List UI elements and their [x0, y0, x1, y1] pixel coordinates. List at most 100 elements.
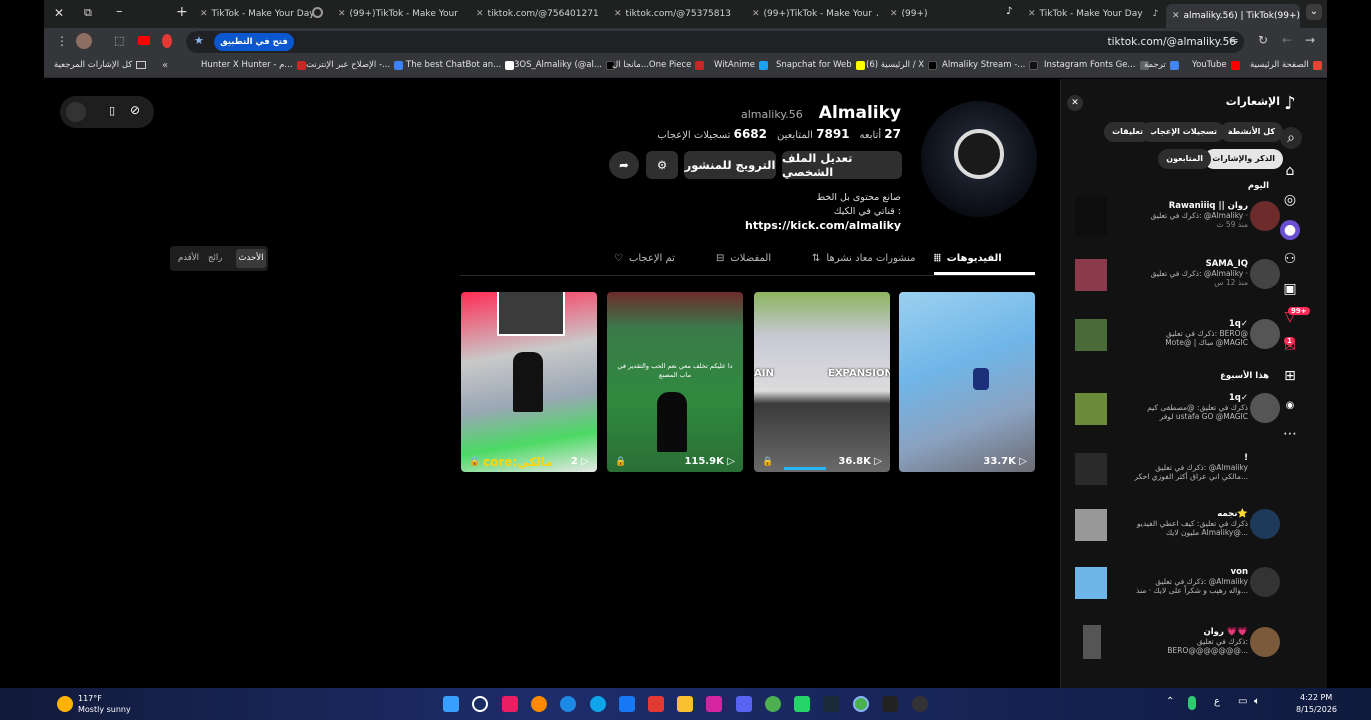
followers-stat[interactable]: 7891 المتابعين [777, 127, 850, 141]
menu-icon[interactable]: ⋮ [56, 34, 68, 48]
extensions-icon[interactable]: ⬚ [114, 34, 124, 47]
close-icon[interactable]: ✕ [1067, 95, 1083, 111]
bookmark-3os[interactable]: 3OS_Almaliky (@al... [514, 60, 615, 70]
video-thumbnail[interactable]: core:مالكي 🔒 2 ▷ [461, 292, 597, 472]
reload-icon[interactable]: ↻ [1258, 33, 1268, 47]
close-icon[interactable]: ✕ [1028, 9, 1036, 19]
app-icon[interactable] [502, 696, 518, 712]
more-bookmarks-icon[interactable]: « [162, 60, 168, 71]
volume-icon[interactable]: 🔈︎ [1254, 696, 1260, 707]
all-bookmarks-folder[interactable]: كل الإشارات المرجعية [54, 60, 147, 70]
whatsapp-icon[interactable] [794, 696, 810, 712]
site-settings-icon[interactable]: ⇋ [1229, 34, 1238, 47]
app-icon[interactable] [560, 696, 576, 712]
settings-icon[interactable]: ⚙ [646, 151, 678, 179]
chrome-active-icon[interactable] [853, 696, 869, 712]
phone-icon[interactable]: ▯ [109, 104, 115, 117]
tab-active[interactable]: ✕ almaliky.56) | TikTok(99+) ♪ [1166, 4, 1300, 28]
tab-6[interactable]: ✕ (99+) [890, 4, 1000, 24]
following-stat[interactable]: 27 أتابعه [860, 127, 901, 141]
soundcloud-icon[interactable] [531, 696, 547, 712]
tab-liked[interactable]: ♡ تم الإعجاب [614, 253, 675, 264]
notification-item[interactable]: نجمه⭐ ذكرك في تعليق: كيف اعطي الفيديو مل… [1061, 499, 1327, 555]
bookmark-home[interactable]: الصفحة الرئيسية [1250, 60, 1322, 70]
live-icon[interactable]: ▣ [1280, 279, 1300, 299]
close-icon[interactable]: ✕ [338, 9, 346, 19]
notification-item[interactable]: ! ذكرك في تعليق: @Almaliky مالكي اني عرا… [1061, 443, 1327, 499]
notification-item[interactable]: von ذكرك في تعليق: @Almaliky واله رهيب و… [1061, 557, 1327, 613]
search-icon[interactable] [472, 696, 488, 712]
steam-icon[interactable] [823, 696, 839, 712]
following-icon[interactable]: ● [1280, 220, 1300, 240]
star-icon[interactable]: ★ [194, 34, 204, 47]
bookmark-x[interactable]: (6) الرئيسية / X [866, 60, 938, 70]
close-icon[interactable]: ✕ [890, 9, 898, 19]
bookmark-repair[interactable]: الإصلاح عبر الإنترنت -... [306, 60, 404, 70]
filter-followers[interactable]: المتابعون [1158, 149, 1211, 169]
sort-oldest[interactable]: الأقدم [178, 253, 199, 263]
open-in-app-button[interactable]: فتح في التطبيق [214, 33, 294, 51]
filter-likes[interactable]: تسجيلات الإعجاب [1140, 122, 1225, 142]
video-thumbnail[interactable]: EXPANSION AIN 🔒 36.8K ▷ [754, 292, 890, 472]
bookmark-instagram-fonts[interactable]: Instagram Fonts Ge... [1044, 60, 1149, 70]
instagram-icon[interactable] [706, 696, 722, 712]
tab-reposts[interactable]: ⇅ منشورات معاد نشرها [812, 253, 915, 264]
explore-icon[interactable]: ◎ [1280, 190, 1300, 210]
friends-icon[interactable]: ⚇ [1280, 249, 1300, 269]
close-icon[interactable]: ✕ [200, 9, 208, 19]
tab-search-icon[interactable]: ⌄ [1306, 4, 1322, 20]
sort-latest[interactable]: الأحدث [236, 249, 266, 268]
bookmark-chatbot[interactable]: The best ChatBot an... [406, 60, 515, 70]
close-window-icon[interactable]: ✕ [54, 6, 64, 20]
back-icon[interactable]: → [1305, 33, 1315, 47]
new-tab-icon[interactable]: + [176, 4, 188, 20]
bookmark-witanime[interactable]: WitAnime [714, 60, 768, 70]
youtube-ext-icon[interactable] [138, 36, 150, 45]
search-icon[interactable]: ⌕ [1280, 127, 1302, 149]
more-icon[interactable]: ⋯ [1280, 424, 1300, 444]
edit-profile-button[interactable]: تعديل الملف الشخصي [782, 151, 902, 179]
tab-videos[interactable]: ⦙⦙⦙ الفيديوهات [934, 253, 1002, 264]
forward-icon[interactable]: ← [1282, 33, 1292, 47]
eye-icon[interactable] [66, 102, 86, 122]
close-icon[interactable]: ✕ [1172, 11, 1180, 21]
bookmark-snapchat[interactable]: Snapchat for Web [776, 60, 865, 70]
bookmark-youtube[interactable]: YouTube [1192, 60, 1240, 70]
restore-icon[interactable]: ⧉ [84, 6, 92, 20]
home-icon[interactable]: ⌂ [1280, 161, 1300, 181]
address-bar[interactable]: ★ فتح في التطبيق tiktok.com/@almaliky.56 [186, 31, 1244, 53]
ext-icon[interactable] [162, 34, 172, 48]
bookmark-almaliky-stream[interactable]: Almaliky Stream -... [942, 60, 1039, 70]
language-indicator[interactable]: ع [1214, 696, 1220, 707]
tab-5[interactable]: ✕ (99+)TikTok - Make Your ♪ [752, 4, 878, 24]
facebook-icon[interactable] [619, 696, 635, 712]
tab-4[interactable]: ✕ tiktok.com/@75375813 [614, 4, 740, 24]
filter-mentions[interactable]: الذكر والإشارات [1204, 149, 1283, 169]
edge-icon[interactable] [590, 696, 606, 712]
share-icon[interactable]: ➦ [609, 151, 639, 179]
clock-date[interactable]: 8/15/2026 [1296, 705, 1337, 714]
bookmark-onepiece[interactable]: مانجا ال...One Piece [612, 60, 705, 70]
tab-3[interactable]: ✕ tiktok.com/@756401271 [476, 4, 602, 24]
avatar[interactable] [921, 101, 1037, 217]
chrome-icon[interactable] [765, 696, 781, 712]
capcut-icon[interactable] [882, 696, 898, 712]
profile-avatar[interactable] [76, 33, 92, 49]
temperature[interactable]: 117°F [78, 694, 102, 703]
app-icon[interactable] [648, 696, 664, 712]
close-icon[interactable]: ✕ [752, 9, 760, 19]
clock-time[interactable]: 4:22 PM [1300, 693, 1332, 702]
discord-icon[interactable] [736, 696, 752, 712]
compass-icon[interactable]: ⊘ [130, 103, 140, 117]
tab-7[interactable]: ✕ TikTok - Make Your Day ♪ [1028, 4, 1164, 24]
bookmark-hunter[interactable]: Hunter X Hunter - م... [201, 60, 306, 70]
sort-popular[interactable]: رائج [208, 253, 222, 263]
video-thumbnail[interactable]: دا عليكم تخلف معي نعم الحب والتقدير في م… [607, 292, 743, 472]
tiktok-logo-icon[interactable]: ♪ [1280, 93, 1300, 114]
close-icon[interactable]: ✕ [614, 9, 622, 19]
tab-favorites[interactable]: ⊟ المفضلات [716, 253, 771, 264]
windows-start-icon[interactable] [443, 696, 459, 712]
tab-2[interactable]: ✕ (99+)TikTok - Make Your ♪ [338, 4, 464, 24]
tray-expand-icon[interactable]: ⌃ [1166, 696, 1174, 707]
network-icon[interactable]: ▭ [1238, 696, 1247, 707]
